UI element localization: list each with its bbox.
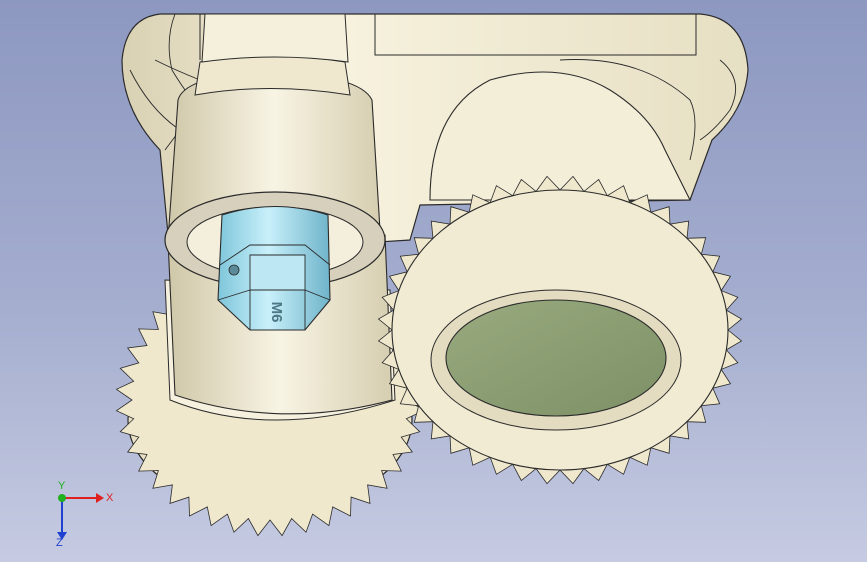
x-axis-arrow: [96, 493, 104, 503]
hex-nut[interactable]: M6: [217, 206, 331, 331]
right-spline-gear[interactable]: [377, 175, 743, 485]
end-face[interactable]: [445, 299, 667, 417]
nut-flat-center: [249, 254, 306, 291]
z-axis-label: Z: [56, 537, 63, 548]
y-axis-label: Y: [58, 480, 66, 492]
graphics-viewport[interactable]: M6 X Y Z: [0, 0, 867, 562]
nut-cross-hole: [228, 264, 240, 276]
nut-engraving: M6: [268, 302, 285, 323]
y-axis-dot: [58, 494, 66, 502]
reference-triad: X Y Z: [56, 480, 114, 548]
boss-top-ring: [201, 13, 349, 63]
model-view[interactable]: M6: [0, 0, 867, 562]
x-axis-label: X: [106, 492, 114, 504]
